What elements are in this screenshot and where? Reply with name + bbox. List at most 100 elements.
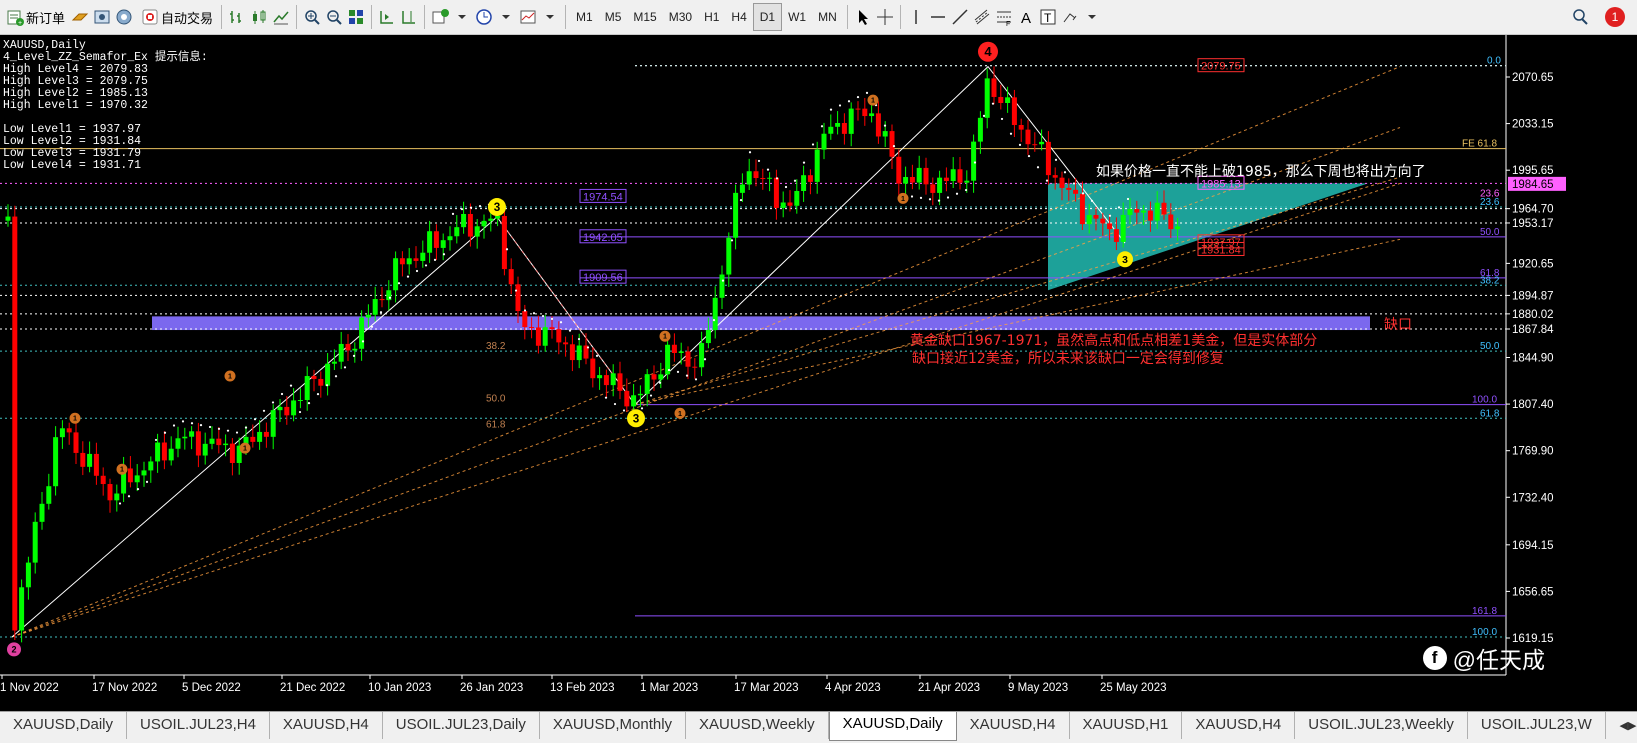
candle-body — [658, 374, 664, 380]
timeframe-m30[interactable]: M30 — [663, 4, 698, 30]
parabolic-dot — [703, 358, 707, 361]
price-tag-text: 1942.05 — [583, 232, 623, 244]
text-icon[interactable]: A — [1015, 6, 1037, 28]
tab-usoil-weekly[interactable]: USOIL.JUL23,Weekly — [1295, 712, 1468, 739]
semafor-label: 4 — [984, 44, 992, 59]
semafor-label: 1 — [73, 415, 77, 423]
candle-body — [53, 437, 59, 487]
tab-xauusd-daily[interactable]: XAUUSD,Daily — [0, 712, 128, 739]
tab-usoil-daily[interactable]: USOIL.JUL23,Daily — [383, 712, 540, 739]
facebook-icon: f — [1422, 646, 1447, 670]
arrows-icon[interactable] — [1059, 6, 1081, 28]
candle-body — [998, 96, 1004, 103]
timeframe-m5[interactable]: M5 — [599, 4, 628, 30]
channel-icon[interactable] — [971, 6, 993, 28]
chart-shift-icon[interactable] — [398, 6, 420, 28]
parabolic-dot — [244, 426, 248, 429]
templates-icon[interactable] — [517, 6, 539, 28]
time-axis-label: 1 Nov 2022 — [0, 682, 59, 694]
timeframe-d1[interactable]: D1 — [752, 3, 783, 31]
candle-body — [175, 438, 181, 449]
timeframe-m15[interactable]: M15 — [627, 4, 662, 30]
fib-level-label: 50.0 — [1480, 341, 1500, 352]
chevron-down-icon[interactable] — [1081, 6, 1103, 28]
tab-xauusd-h4-3[interactable]: XAUUSD,H4 — [1182, 712, 1296, 739]
candle-body — [134, 475, 140, 483]
zoom-in-icon[interactable] — [301, 6, 323, 28]
candle-body — [148, 461, 154, 471]
candle-body — [1120, 214, 1126, 242]
tab-xauusd-weekly[interactable]: XAUUSD,Weekly — [686, 712, 829, 739]
chevron-down-icon[interactable] — [451, 6, 473, 28]
price-axis-label: 1880.02 — [1512, 309, 1554, 321]
tab-usoil-h4[interactable]: USOIL.JUL23,H4 — [127, 712, 270, 739]
bar-chart-icon[interactable] — [226, 6, 248, 28]
parabolic-dot — [1027, 154, 1031, 158]
parabolic-dot — [1090, 199, 1094, 202]
semafor-label: 1 — [901, 195, 905, 203]
indicators-icon[interactable] — [429, 6, 451, 28]
chevron-down-icon[interactable] — [495, 6, 517, 28]
candle-body — [318, 378, 324, 386]
high-level-1: High Level1 = 1970.32 — [3, 99, 148, 112]
parabolic-dot — [469, 206, 473, 209]
tab-xauusd-h4-2[interactable]: XAUUSD,H4 — [957, 712, 1070, 739]
candle-body — [19, 587, 25, 631]
periods-clock-icon[interactable] — [473, 6, 495, 28]
candle-body — [563, 342, 569, 345]
parabolic-dot — [379, 311, 383, 314]
candle-body — [760, 178, 766, 180]
candle-body — [678, 351, 684, 353]
candle-body — [5, 216, 11, 221]
chevron-down-icon[interactable] — [539, 6, 561, 28]
zoom-out-icon[interactable] — [323, 6, 345, 28]
cursor-icon[interactable] — [852, 6, 874, 28]
line-chart-icon[interactable] — [270, 6, 292, 28]
candle-body — [964, 180, 970, 183]
timeframe-w1[interactable]: W1 — [782, 4, 812, 30]
tab-xauusd-monthly[interactable]: XAUUSD,Monthly — [540, 712, 687, 739]
vertical-line-icon[interactable] — [905, 6, 927, 28]
candle-body — [59, 428, 65, 438]
price-chart[interactable]: 2079.75 1985.13 1974.54 1942.05 1909.56 1937.… — [0, 35, 1637, 711]
candle-body — [896, 156, 902, 184]
trendline-icon[interactable] — [949, 6, 971, 28]
navigator-icon[interactable] — [113, 6, 135, 28]
candle-body — [733, 192, 739, 238]
candle-body — [311, 376, 317, 379]
parabolic-dot — [622, 409, 626, 412]
market-watch-icon[interactable] — [91, 6, 113, 28]
candle-body — [440, 240, 446, 248]
fibonacci-icon[interactable]: F — [993, 6, 1015, 28]
horizontal-line-icon[interactable] — [927, 6, 949, 28]
tab-xauusd-h4[interactable]: XAUUSD,H4 — [270, 712, 383, 739]
notification-badge[interactable]: 1 — [1605, 7, 1625, 27]
gold-bars-icon[interactable] — [69, 6, 91, 28]
tile-windows-icon[interactable] — [345, 6, 367, 28]
timeframe-m1[interactable]: M1 — [570, 4, 599, 30]
tab-xauusd-daily-active[interactable]: XAUUSD,Daily — [828, 712, 957, 741]
notification-count: 1 — [1611, 10, 1619, 24]
parabolic-dot — [388, 296, 392, 299]
timeframe-h4[interactable]: H4 — [725, 4, 752, 30]
candlestick-icon[interactable] — [248, 6, 270, 28]
tab-xauusd-h1[interactable]: XAUUSD,H1 — [1070, 712, 1183, 739]
new-order-button[interactable]: + 新订单 — [0, 3, 69, 31]
toolbar-divider — [424, 5, 426, 29]
timeframe-mn[interactable]: MN — [812, 4, 843, 30]
semafor-label: 1 — [871, 97, 875, 105]
tab-usoil-w[interactable]: USOIL.JUL23,W — [1468, 712, 1606, 739]
parabolic-dot — [604, 396, 608, 399]
text-label-icon[interactable]: T — [1037, 6, 1059, 28]
tab-scroll-button[interactable]: ◀▶ — [1619, 712, 1637, 738]
auto-trading-button[interactable]: 自动交易 — [135, 3, 217, 31]
semafor-label: 3 — [1122, 255, 1128, 266]
candle-body — [114, 493, 120, 501]
autoscroll-icon[interactable] — [376, 6, 398, 28]
candle-body — [481, 220, 487, 227]
candle-body — [1059, 177, 1065, 188]
timeframe-h1[interactable]: H1 — [698, 4, 725, 30]
crosshair-icon[interactable] — [874, 6, 896, 28]
search-icon[interactable] — [1569, 6, 1591, 28]
candle-body — [297, 399, 303, 401]
